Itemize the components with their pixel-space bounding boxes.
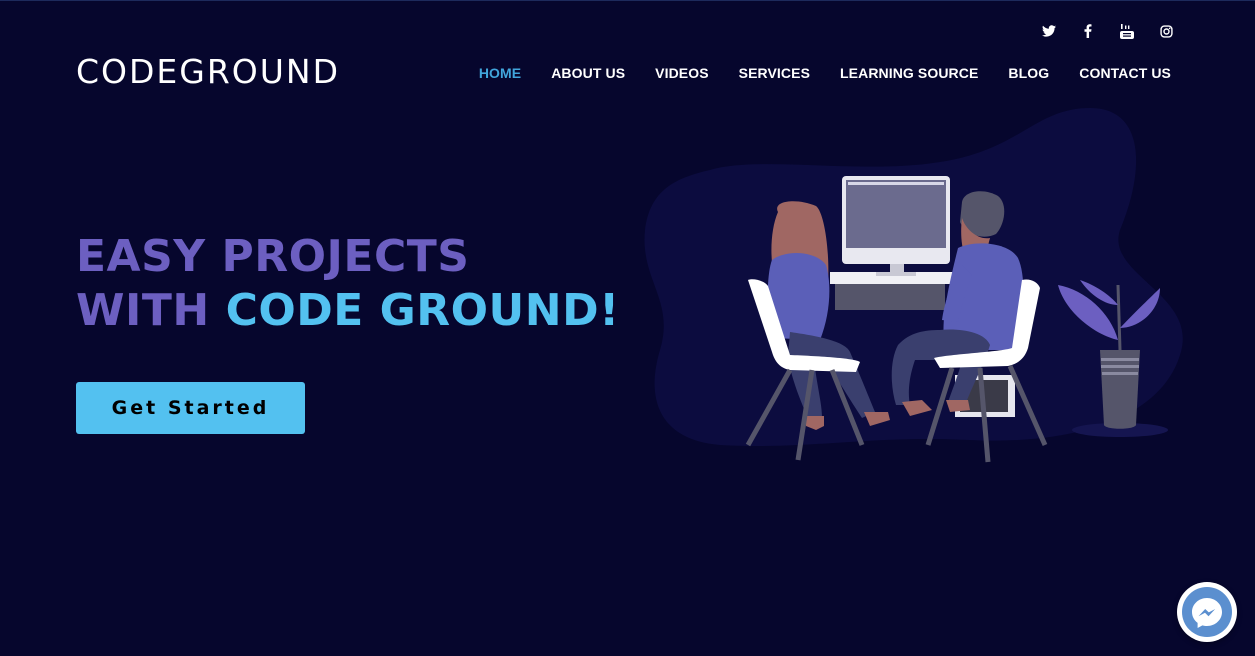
main-nav: HOME ABOUT US VIDEOS SERVICES LEARNING S… (479, 65, 1171, 81)
twitter-icon[interactable] (1040, 22, 1058, 40)
nav-item-home[interactable]: HOME (479, 65, 521, 81)
monitor-base (876, 272, 916, 276)
facebook-icon[interactable] (1079, 22, 1097, 40)
plant-pot (1100, 350, 1140, 429)
site-logo[interactable]: CODEGROUND (76, 52, 340, 91)
instagram-icon[interactable] (1157, 22, 1175, 40)
plant-stem (1116, 284, 1122, 351)
plant-pot-stripe (1102, 372, 1138, 375)
messenger-chat-button[interactable] (1177, 582, 1237, 642)
plant-pot-stripe (1101, 365, 1139, 368)
youtube-icon[interactable] (1118, 22, 1136, 40)
plant-pot-stripe (1101, 358, 1139, 361)
social-links (1040, 22, 1175, 40)
nav-item-about-us[interactable]: ABOUT US (551, 65, 625, 81)
hero-line-2-prefix: WITH (76, 285, 226, 336)
top-border (0, 0, 1255, 1)
nav-item-blog[interactable]: BLOG (1008, 65, 1049, 81)
get-started-button[interactable]: Get Started (76, 382, 305, 434)
nav-item-contact-us[interactable]: CONTACT US (1079, 65, 1171, 81)
nav-item-services[interactable]: SERVICES (739, 65, 810, 81)
monitor-bar (848, 182, 944, 185)
monitor-screen (846, 180, 946, 248)
hero-illustration (644, 108, 1183, 463)
hero-heading: EASY PROJECTS WITH CODE GROUND! (76, 230, 620, 338)
nav-item-learning-source[interactable]: LEARNING SOURCE (840, 65, 978, 81)
desk-drawer (835, 284, 945, 310)
hero-line-1: EASY PROJECTS (76, 231, 470, 282)
nav-item-videos[interactable]: VIDEOS (655, 65, 709, 81)
hero-line-2-highlight: CODE GROUND! (225, 285, 620, 336)
messenger-icon (1179, 584, 1235, 640)
